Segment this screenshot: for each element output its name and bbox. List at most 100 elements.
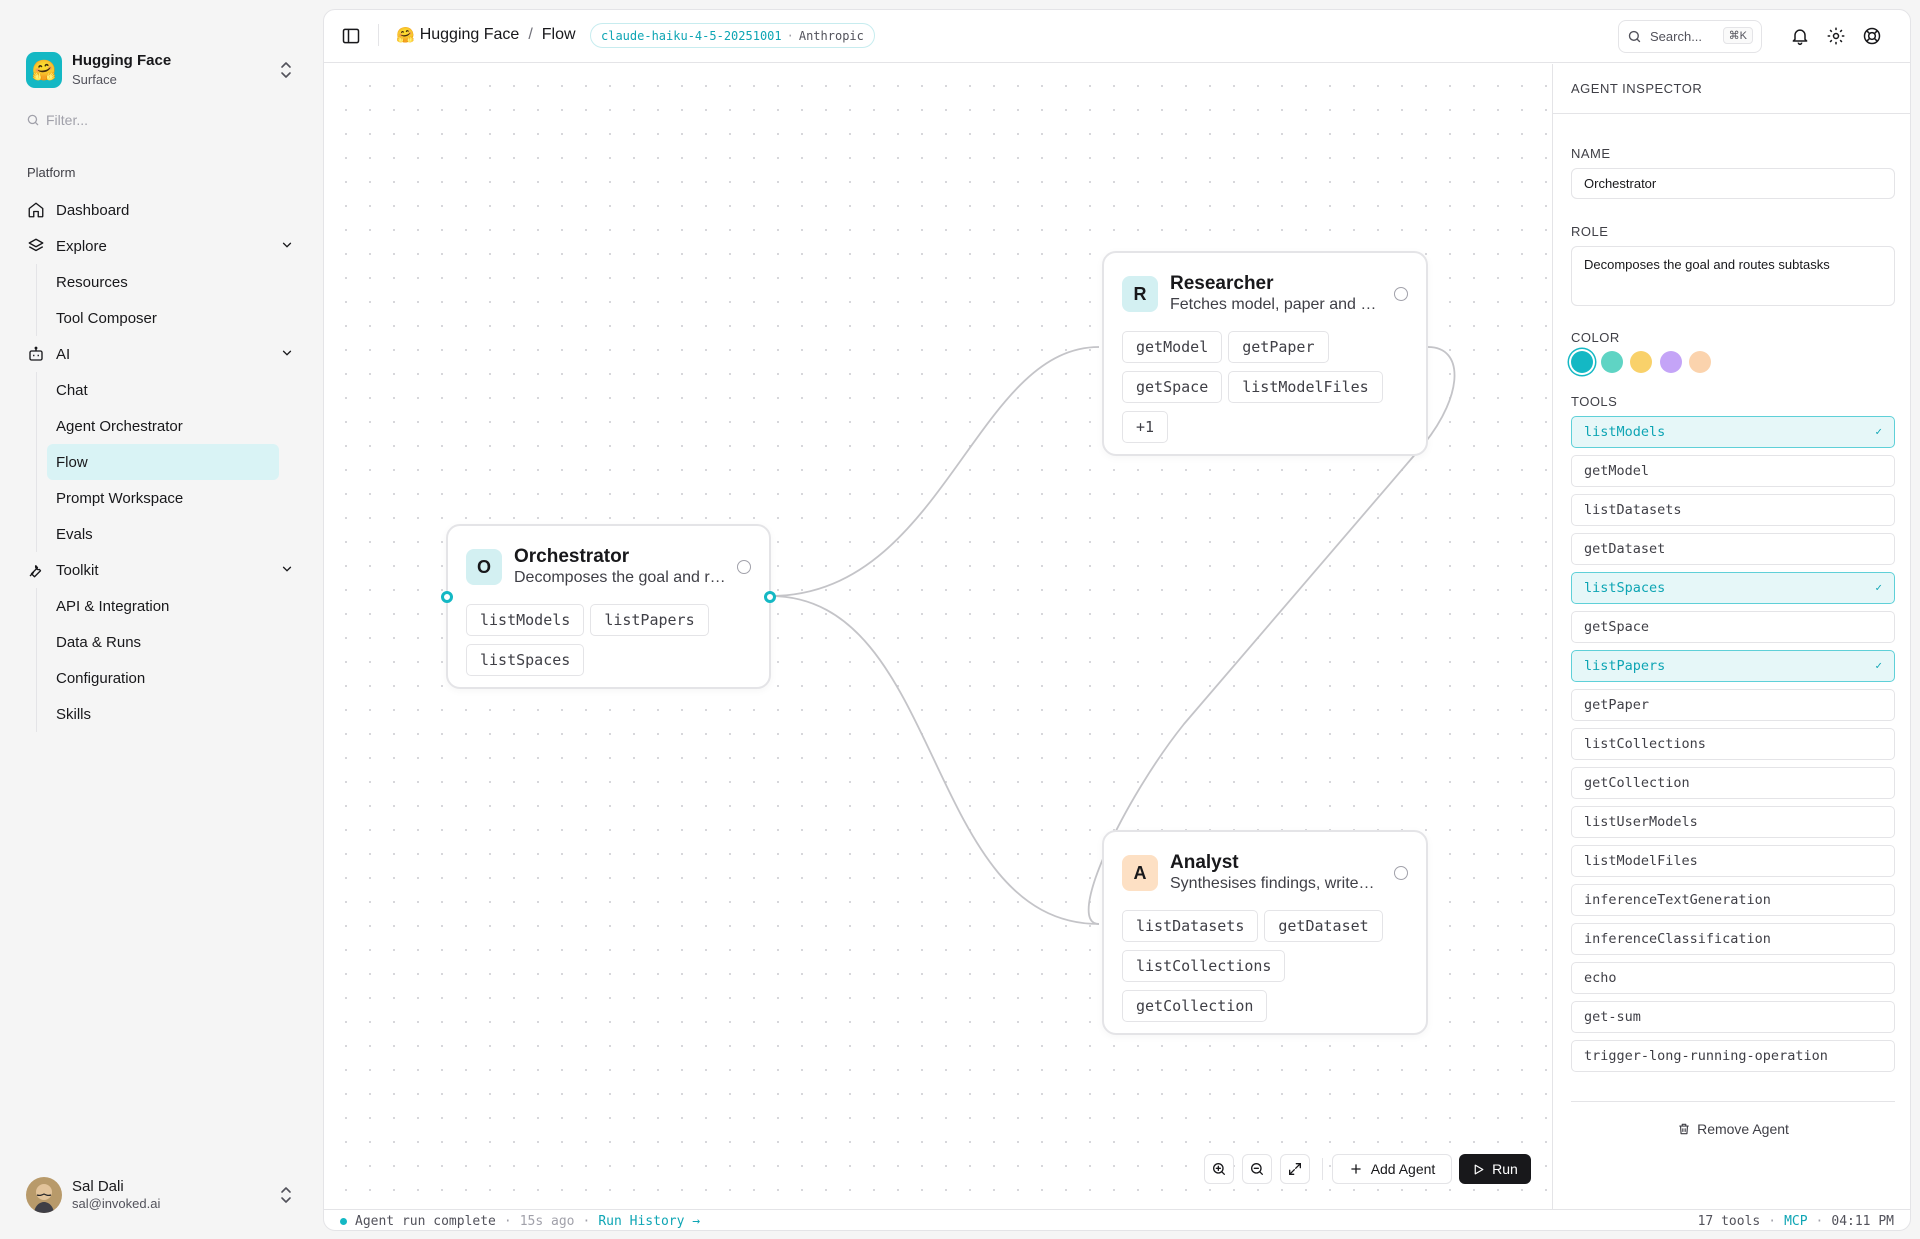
- agent-badge: A: [1122, 855, 1158, 891]
- output-port[interactable]: [764, 591, 776, 603]
- sidebar-item-skills[interactable]: Skills: [47, 696, 279, 732]
- check-icon: ✓: [1875, 581, 1882, 594]
- tool-toggle-getPaper[interactable]: getPaper: [1571, 689, 1895, 721]
- global-search[interactable]: Search... ⌘K: [1618, 20, 1762, 53]
- sidebar-item-agent-orchestrator[interactable]: Agent Orchestrator: [47, 408, 279, 444]
- chevrons-up-down-icon: [281, 1187, 291, 1203]
- tool-toggle-getCollection[interactable]: getCollection: [1571, 767, 1895, 799]
- agent-role-field[interactable]: Decomposes the goal and routes subtasks: [1571, 246, 1895, 306]
- tool-toggle-listCollections[interactable]: listCollections: [1571, 728, 1895, 760]
- tool-list: listModels ✓ getModel listDatasets getDatase…: [1571, 416, 1895, 1079]
- run-button[interactable]: Run: [1459, 1154, 1531, 1184]
- color-swatch-purple[interactable]: [1659, 351, 1682, 373]
- workspace-subtitle: Surface: [72, 72, 117, 87]
- tool-toggle-getSpace[interactable]: getSpace: [1571, 611, 1895, 643]
- check-icon: ✓: [1875, 425, 1882, 438]
- gear-icon[interactable]: [1826, 26, 1846, 46]
- sidebar-item-flow[interactable]: Flow: [47, 444, 279, 480]
- sidebar-toggle-icon[interactable]: [341, 26, 361, 46]
- controls-divider: [1322, 1158, 1323, 1180]
- sidebar-filter[interactable]: [26, 108, 296, 132]
- tool-toggle-inferenceClassification[interactable]: inferenceClassification: [1571, 923, 1895, 955]
- tool-toggle-listModelFiles[interactable]: listModelFiles: [1571, 845, 1895, 877]
- ai-submenu: Chat Agent Orchestrator Flow Prompt Work…: [36, 372, 302, 552]
- tool-toggle-getDataset[interactable]: getDataset: [1571, 533, 1895, 565]
- clock: 04:11 PM: [1831, 1214, 1894, 1229]
- color-swatch-teal[interactable]: [1571, 351, 1593, 373]
- bell-icon[interactable]: [1790, 26, 1810, 46]
- tool-toggle-listDatasets[interactable]: listDatasets: [1571, 494, 1895, 526]
- tool-chip: listPapers: [590, 604, 709, 636]
- zoom-in-button[interactable]: [1204, 1154, 1234, 1184]
- sidebar-item-chat[interactable]: Chat: [47, 372, 279, 408]
- tool-chip: listSpaces: [466, 644, 585, 676]
- tool-toggle-listSpaces[interactable]: listSpaces ✓: [1571, 572, 1895, 604]
- sidebar-item-api-integration[interactable]: API & Integration: [47, 588, 279, 624]
- edge-orchestrator-analyst: [769, 595, 1100, 925]
- status-dot: [340, 1218, 347, 1225]
- agent-name-field[interactable]: [1571, 168, 1895, 199]
- tool-name: inferenceTextGeneration: [1584, 892, 1771, 908]
- tool-toggle-getModel[interactable]: getModel: [1571, 455, 1895, 487]
- tool-toggle-echo[interactable]: echo: [1571, 962, 1895, 994]
- sidebar-item-explore[interactable]: Explore: [22, 228, 302, 264]
- sidebar-item-ai[interactable]: AI: [22, 336, 302, 372]
- sidebar-item-dashboard[interactable]: Dashboard: [22, 192, 302, 228]
- tool-name: getModel: [1584, 463, 1650, 479]
- tool-name: inferenceClassification: [1584, 931, 1771, 947]
- remove-agent-label: Remove Agent: [1697, 1121, 1789, 1137]
- remove-agent-button[interactable]: Remove Agent: [1673, 1116, 1793, 1142]
- play-icon: [1474, 1164, 1484, 1174]
- tool-toggle-get-sum[interactable]: get-sum: [1571, 1001, 1895, 1033]
- explore-submenu: Resources Tool Composer: [36, 264, 302, 336]
- sidebar-item-toolkit[interactable]: Toolkit: [22, 552, 302, 588]
- search-placeholder: Search...: [1650, 29, 1703, 44]
- sidebar-item-evals[interactable]: Evals: [47, 516, 279, 552]
- add-agent-button[interactable]: Add Agent: [1332, 1154, 1452, 1184]
- sidebar-item-label: AI: [56, 345, 71, 363]
- breadcrumb: 🤗 Hugging Face / Flow: [396, 26, 576, 44]
- sidebar-item-label: Data & Runs: [56, 633, 142, 651]
- run-history-link[interactable]: Run History →: [598, 1214, 700, 1229]
- tool-name: get-sum: [1584, 1009, 1641, 1025]
- tool-toggle-listUserModels[interactable]: listUserModels: [1571, 806, 1895, 838]
- breadcrumb-separator: /: [528, 26, 533, 43]
- filter-input[interactable]: [46, 112, 286, 128]
- tool-name: getDataset: [1584, 541, 1666, 557]
- color-swatch-mint[interactable]: [1600, 351, 1623, 373]
- tool-toggle-listModels[interactable]: listModels ✓: [1571, 416, 1895, 448]
- sidebar-item-resources[interactable]: Resources: [47, 264, 279, 300]
- user-menu[interactable]: Sal Dali sal@invoked.ai: [26, 1175, 296, 1215]
- toolkit-submenu: API & Integration Data & Runs Configurat…: [36, 588, 302, 732]
- sidebar-item-tool-composer[interactable]: Tool Composer: [47, 300, 279, 336]
- color-swatch-peach[interactable]: [1689, 351, 1711, 373]
- sidebar-item-label: Chat: [56, 381, 88, 399]
- tool-name: listPapers: [1584, 658, 1666, 674]
- breadcrumb-org[interactable]: Hugging Face: [420, 26, 520, 44]
- help-icon[interactable]: [1862, 26, 1882, 46]
- sidebar-item-data-runs[interactable]: Data & Runs: [47, 624, 279, 660]
- more-tools-chip[interactable]: +1: [1122, 411, 1169, 443]
- agent-node-analyst[interactable]: A Analyst Synthesises findings, writes t…: [1102, 830, 1428, 1035]
- workspace-switcher[interactable]: 🤗 Hugging Face Surface: [26, 50, 296, 90]
- sidebar-item-label: Tool Composer: [56, 309, 157, 327]
- hugging-face-logo: 🤗: [26, 52, 62, 88]
- fit-view-button[interactable]: [1280, 1154, 1310, 1184]
- sidebar-item-configuration[interactable]: Configuration: [47, 660, 279, 696]
- color-swatch-yellow[interactable]: [1630, 351, 1652, 373]
- flow-canvas[interactable]: O Orchestrator Decomposes the goal and r…: [324, 64, 1552, 1209]
- tool-toggle-trigger-long-running-operation[interactable]: trigger-long-running-operation: [1571, 1040, 1895, 1072]
- tool-toggle-listPapers[interactable]: listPapers ✓: [1571, 650, 1895, 682]
- agent-node-orchestrator[interactable]: O Orchestrator Decomposes the goal and r…: [446, 524, 771, 689]
- sidebar-item-prompt-workspace[interactable]: Prompt Workspace: [47, 480, 279, 516]
- agent-node-researcher[interactable]: R Researcher Fetches model, paper and sp…: [1102, 251, 1428, 456]
- zoom-out-button[interactable]: [1242, 1154, 1272, 1184]
- mcp-mode[interactable]: MCP: [1784, 1214, 1807, 1229]
- status-indicator: [1394, 866, 1408, 880]
- hugging-face-emoji-icon: 🤗: [396, 27, 415, 44]
- run-time-ago: 15s ago: [519, 1214, 575, 1229]
- input-port[interactable]: [441, 591, 453, 603]
- tool-name: listCollections: [1584, 736, 1706, 752]
- tool-toggle-inferenceTextGeneration[interactable]: inferenceTextGeneration: [1571, 884, 1895, 916]
- model-chip[interactable]: claude-haiku-4-5-20251001 · Anthropic: [590, 23, 875, 48]
